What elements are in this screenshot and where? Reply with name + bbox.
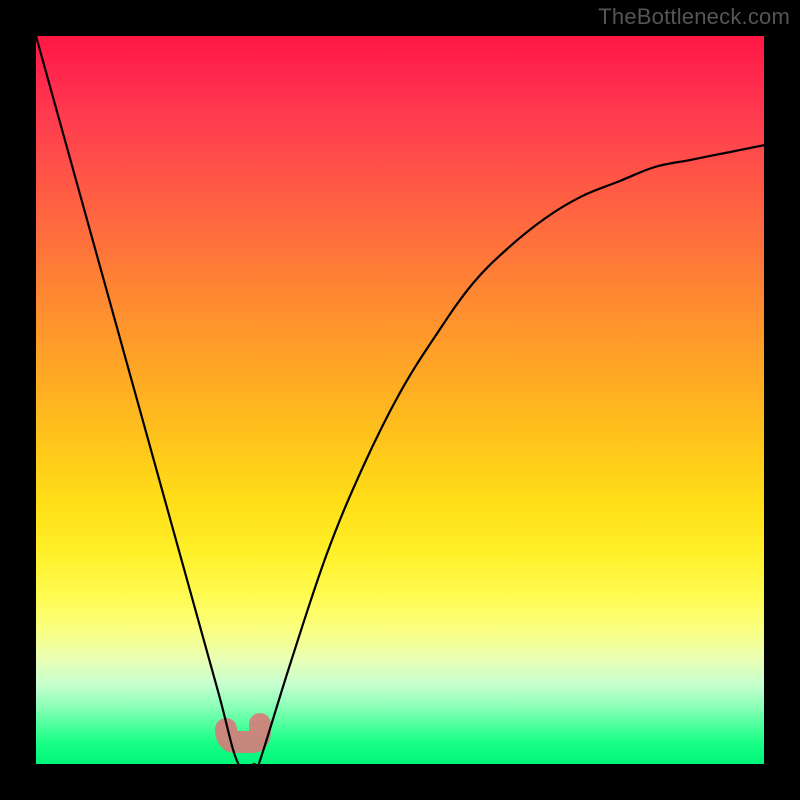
curve-layer: [36, 36, 764, 764]
chart-svg: [36, 36, 764, 764]
watermark-text: TheBottleneck.com: [598, 4, 790, 30]
bottleneck-curve: [36, 36, 764, 764]
chart-frame: TheBottleneck.com: [0, 0, 800, 800]
plot-area: [36, 36, 764, 764]
